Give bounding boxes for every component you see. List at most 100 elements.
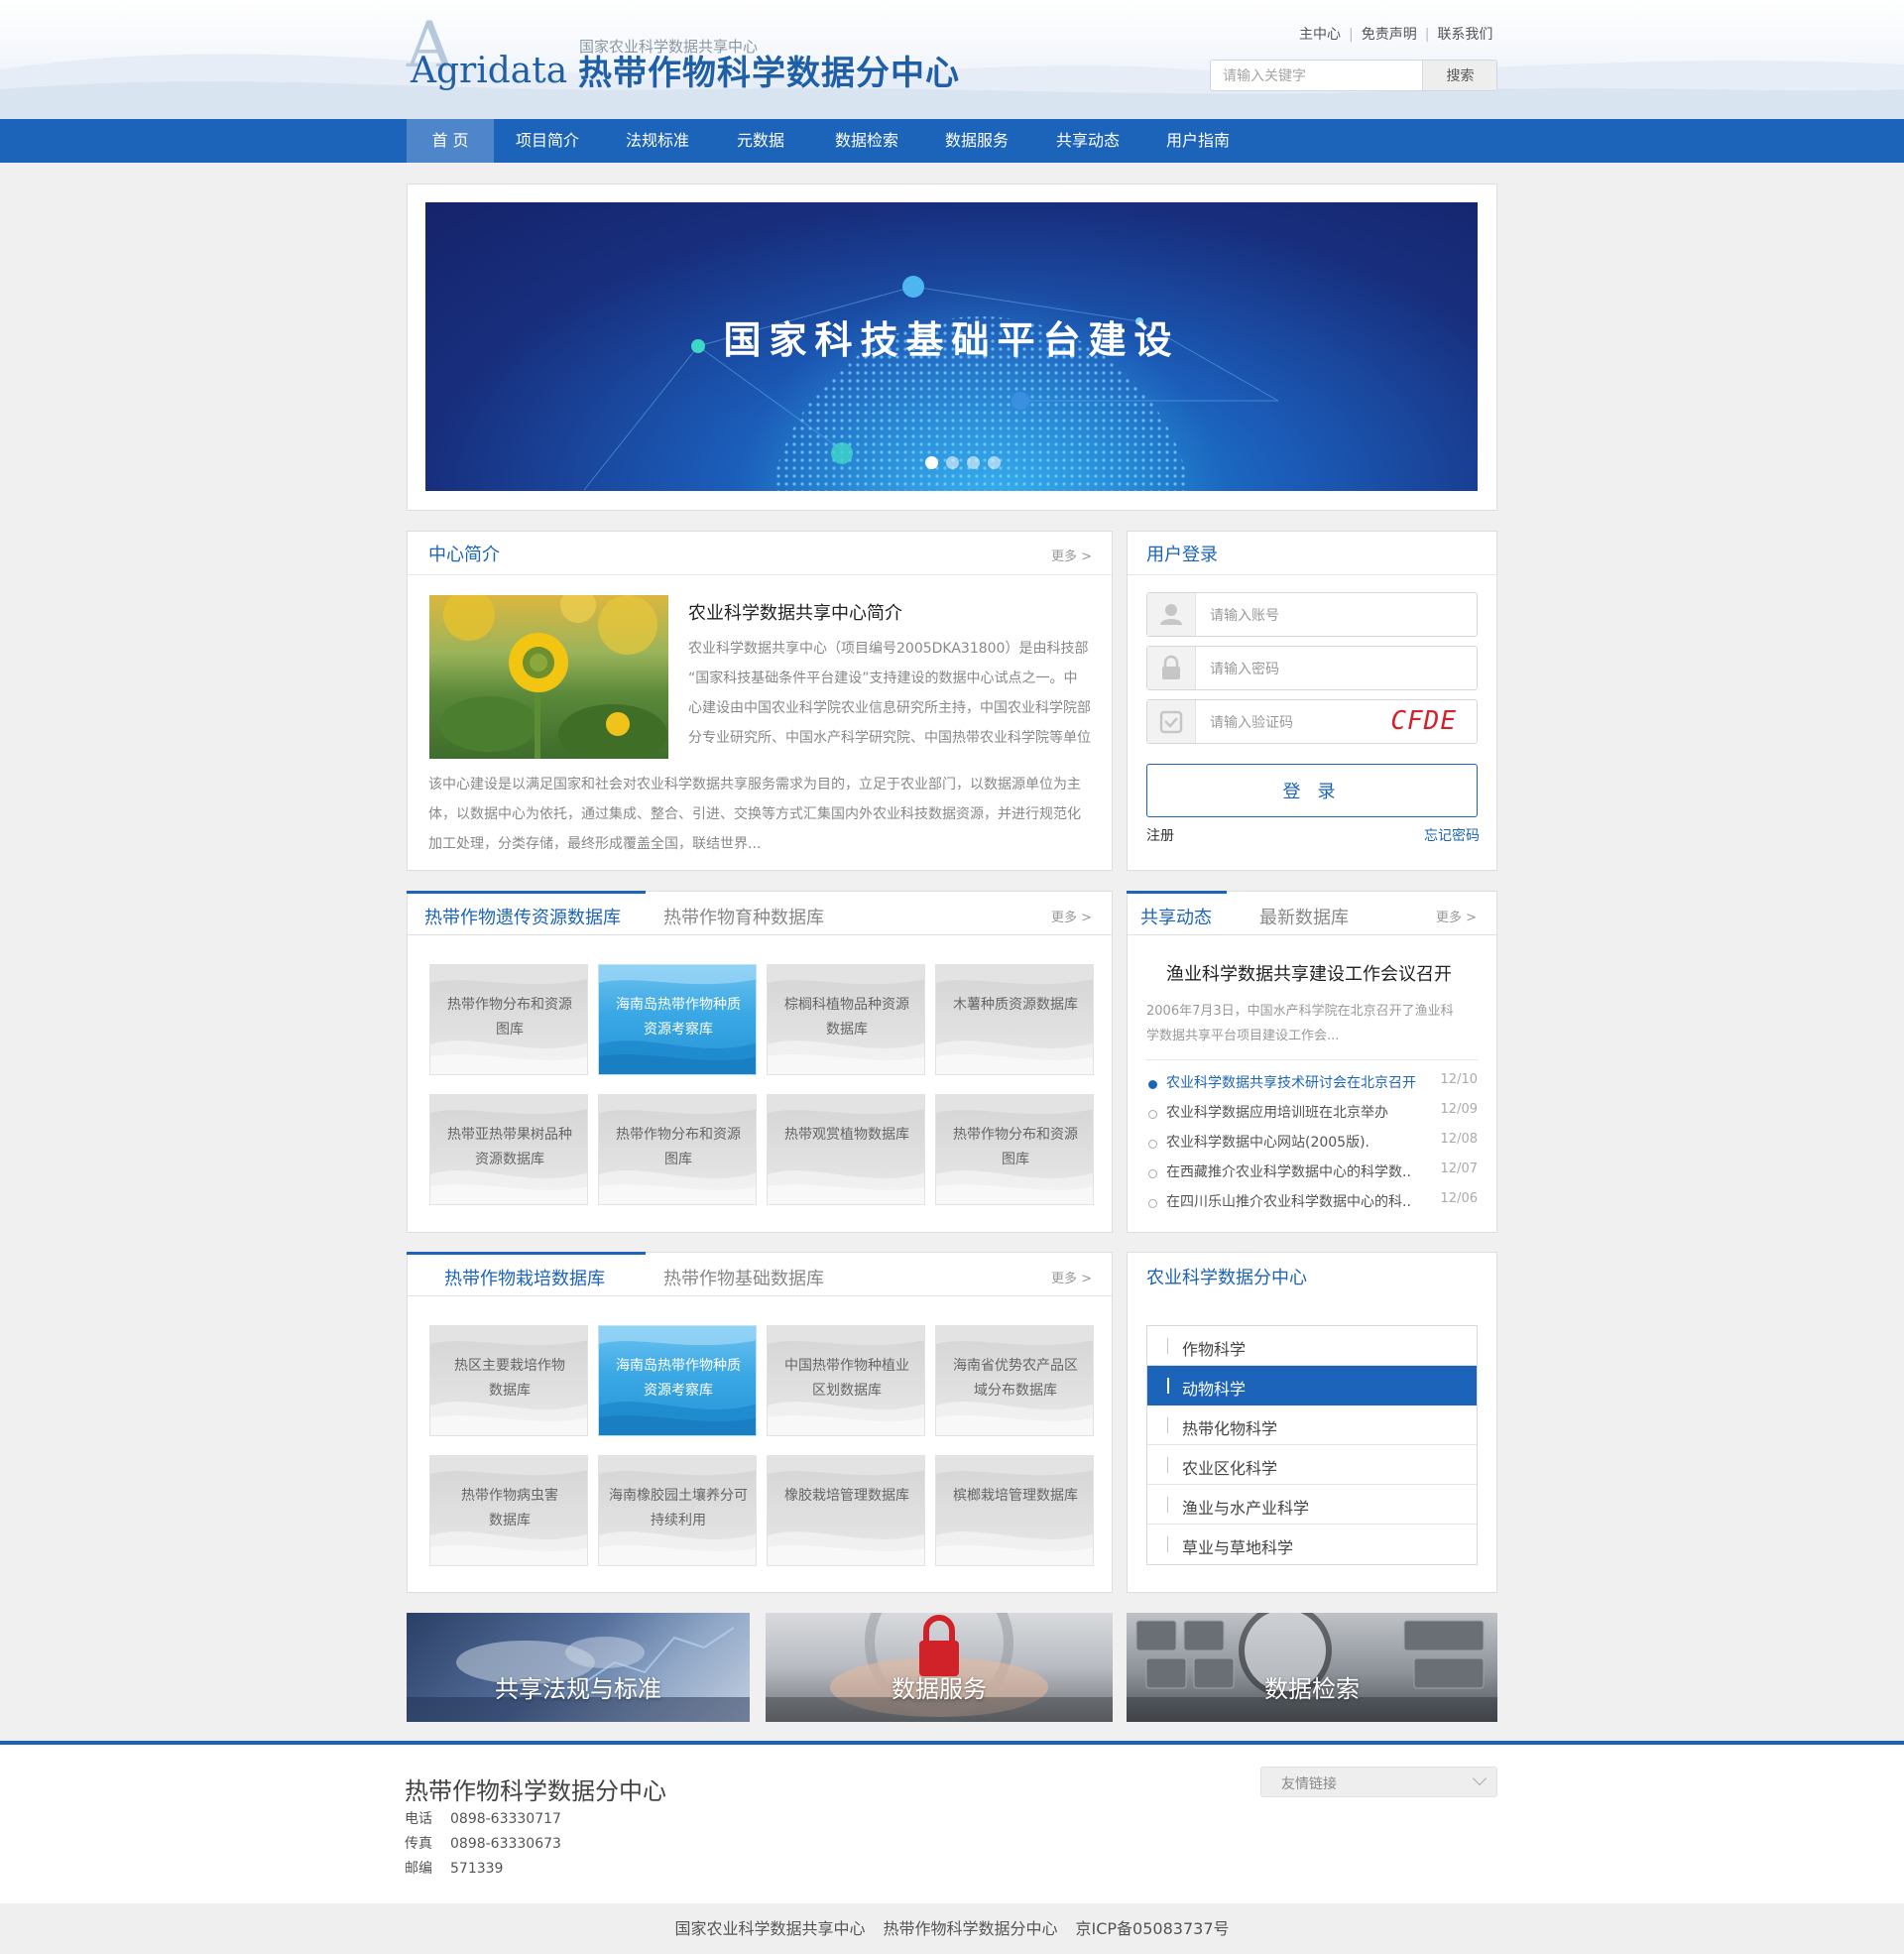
feature-card-regulations[interactable]: 共享法规与标准 (407, 1613, 750, 1722)
db-tile[interactable]: 棕榈科植物品种资源 数据库 (767, 964, 925, 1075)
captcha-input[interactable] (1197, 700, 1366, 743)
chevron-down-icon (1472, 1771, 1488, 1786)
nav-item-regulations[interactable]: 法规标准 (614, 119, 701, 163)
db-tile-label-line: 热带作物病虫害 (461, 1488, 558, 1504)
nav-item-sharing-news[interactable]: 共享动态 (1044, 119, 1131, 163)
top-link-contact[interactable]: 联系我们 (1437, 27, 1492, 43)
db-tile-label: 棕榈科植物品种资源 数据库 (777, 993, 916, 1042)
carousel-dot-1[interactable] (925, 456, 938, 469)
feature-card-data-search[interactable]: 数据检索 (1127, 1613, 1497, 1722)
db-tile[interactable]: 海南橡胶园土壤养分可 持续利用 (598, 1455, 757, 1566)
db-tile[interactable]: 热带亚热带果树品种 资源数据库 (429, 1094, 588, 1205)
feature-card-data-service[interactable]: 数据服务 (766, 1613, 1113, 1722)
tab-sharing-news[interactable]: 共享动态 (1140, 904, 1212, 929)
subcenter-item[interactable]: 动物科学 (1147, 1366, 1477, 1405)
copyright-text[interactable]: 热带作物科学数据分中心 (884, 1919, 1058, 1938)
db-tile-label-line: 图库 (664, 1152, 692, 1167)
panel-title-subcenters: 农业科学数据分中心 (1146, 1268, 1307, 1288)
db-tile[interactable]: 热带作物病虫害 数据库 (429, 1455, 588, 1566)
db-tile[interactable]: 热带作物分布和资源 图库 (429, 964, 588, 1075)
login-button[interactable]: 登 录 (1146, 764, 1478, 817)
friend-links-select[interactable]: 友情链接 (1260, 1767, 1497, 1797)
db-tile-label: 热带观赏植物数据库 (777, 1123, 916, 1148)
news-item[interactable]: 在四川乐山推介农业科学数据中心的科.. 12/06 (1146, 1191, 1478, 1215)
footer-phone: 电话 0898-63330717 (405, 1808, 561, 1828)
news-headline[interactable]: 渔业科学数据共享建设工作会议召开 (1166, 960, 1452, 986)
nav-item-metadata[interactable]: 元数据 (717, 119, 804, 163)
search-button[interactable]: 搜索 (1422, 61, 1496, 90)
carousel-dot-3[interactable] (967, 456, 980, 469)
intro-text-line: 体，以数据中心为依托，通过集成、整合、引进、交换等方式汇集国内外农业科技数据资源… (428, 806, 1081, 822)
db-tile[interactable]: 热带作物分布和资源 图库 (935, 1094, 1094, 1205)
carousel-dot-4[interactable] (988, 456, 1001, 469)
search-input[interactable] (1211, 61, 1422, 90)
db-tile[interactable]: 木薯种质资源数据库 (935, 964, 1094, 1075)
db-tile-label: 热区主要栽培作物 数据库 (440, 1354, 579, 1404)
friend-links-label: 友情链接 (1281, 1776, 1337, 1792)
subcenter-item[interactable]: 热带化物科学 (1147, 1405, 1477, 1445)
carousel-dot-2[interactable] (946, 456, 959, 469)
sunflower-photo[interactable] (429, 595, 668, 759)
more-link-news[interactable]: 更多 > (1436, 907, 1477, 925)
subcenter-item[interactable]: 渔业与水产业科学 (1147, 1485, 1477, 1525)
db-tile-label: 槟榔栽培管理数据库 (946, 1484, 1085, 1509)
db-tile[interactable]: 槟榔栽培管理数据库 (935, 1455, 1094, 1566)
db-tile-label: 热带作物分布和资源 图库 (440, 993, 579, 1042)
db-tile-label-line: 棕榈科植物品种资源 (784, 997, 909, 1013)
top-link-disclaimer[interactable]: 免责声明 (1362, 27, 1417, 43)
db-tile[interactable]: 海南岛热带作物种质 资源考察库 (598, 1325, 757, 1436)
db-tile-label: 海南岛热带作物种质 资源考察库 (609, 993, 748, 1042)
subcenter-item[interactable]: 农业区化科学 (1147, 1445, 1477, 1485)
divider (1167, 1536, 1168, 1552)
feature-card-caption: 数据检索 (1264, 1675, 1360, 1703)
divider (1128, 934, 1496, 935)
banner-slide[interactable]: 国家科技基础平台建设 (425, 202, 1478, 491)
db-tile[interactable]: 海南省优势农产品区 域分布数据库 (935, 1325, 1094, 1436)
captcha-image[interactable]: CFDE (1390, 706, 1457, 736)
subcenter-item[interactable]: 草业与草地科学 (1147, 1525, 1477, 1564)
banner-headline: 国家科技基础平台建设 (723, 318, 1180, 362)
db-tile[interactable]: 橡胶栽培管理数据库 (767, 1455, 925, 1566)
copyright-text[interactable]: 国家农业科学数据共享中心 (674, 1919, 865, 1938)
db-tile[interactable]: 热区主要栽培作物 数据库 (429, 1325, 588, 1436)
news-summary-line: 学数据共享平台项目建设工作会... (1146, 1029, 1340, 1043)
news-item-title: 农业科学数据应用培训班在北京举办 (1166, 1105, 1388, 1121)
nav-item-home[interactable]: 首 页 (407, 119, 494, 163)
main-nav: 首 页 项目简介 法规标准 元数据 数据检索 数据服务 共享动态 用户指南 (0, 119, 1904, 163)
db-tile-label-line: 槟榔栽培管理数据库 (953, 1488, 1078, 1504)
bullet-icon (1148, 1140, 1157, 1149)
icp-number[interactable]: 京ICP备05083737号 (1076, 1919, 1230, 1938)
password-input[interactable] (1197, 647, 1477, 689)
more-link-intro[interactable]: 更多 > (1051, 546, 1092, 564)
forgot-password-link[interactable]: 忘记密码 (1424, 825, 1480, 845)
news-item[interactable]: 农业科学数据应用培训班在北京举办 12/09 (1146, 1102, 1478, 1126)
account-field (1146, 592, 1478, 637)
tab-cultivation[interactable]: 热带作物栽培数据库 (444, 1265, 605, 1290)
register-link[interactable]: 注册 (1146, 825, 1174, 845)
db-tile[interactable]: 海南岛热带作物种质 资源考察库 (598, 964, 757, 1075)
db-tile[interactable]: 热带作物分布和资源 图库 (598, 1094, 757, 1205)
intro-heading[interactable]: 农业科学数据共享中心简介 (688, 599, 902, 625)
account-input[interactable] (1197, 593, 1477, 636)
news-item[interactable]: 在西藏推介农业科学数据中心的科学数.. 12/07 (1146, 1161, 1478, 1185)
db-tile[interactable]: 中国热带作物种植业 区划数据库 (767, 1325, 925, 1436)
tab-breeding[interactable]: 热带作物育种数据库 (663, 904, 824, 929)
tab-basic-db[interactable]: 热带作物基础数据库 (663, 1265, 824, 1290)
news-item[interactable]: 农业科学数据共享技术研讨会在北京召开 12/10 (1146, 1072, 1478, 1096)
nav-item-data-service[interactable]: 数据服务 (933, 119, 1020, 163)
nav-item-user-guide[interactable]: 用户指南 (1154, 119, 1242, 163)
tab-genetic-resources[interactable]: 热带作物遗传资源数据库 (424, 904, 621, 929)
db-tile[interactable]: 热带观赏植物数据库 (767, 1094, 925, 1205)
top-link-main-center[interactable]: 主中心 (1299, 27, 1341, 43)
active-tab-indicator (407, 891, 646, 894)
news-item[interactable]: 农业科学数据中心网站(2005版). 12/08 (1146, 1132, 1478, 1156)
news-summary-line: 2006年7月3日，中国水产科学院在北京召开了渔业科 (1146, 1004, 1454, 1019)
nav-item-project-intro[interactable]: 项目简介 (504, 119, 591, 163)
nav-item-data-search[interactable]: 数据检索 (823, 119, 910, 163)
subcenter-item[interactable]: 作物科学 (1147, 1326, 1477, 1366)
captcha-field: CFDE (1146, 699, 1478, 744)
more-link-cultivation[interactable]: 更多 > (1051, 1268, 1092, 1286)
footer-zip: 邮编 571339 (405, 1858, 503, 1878)
more-link-genetic[interactable]: 更多 > (1051, 907, 1092, 925)
tab-latest-db[interactable]: 最新数据库 (1259, 904, 1349, 929)
